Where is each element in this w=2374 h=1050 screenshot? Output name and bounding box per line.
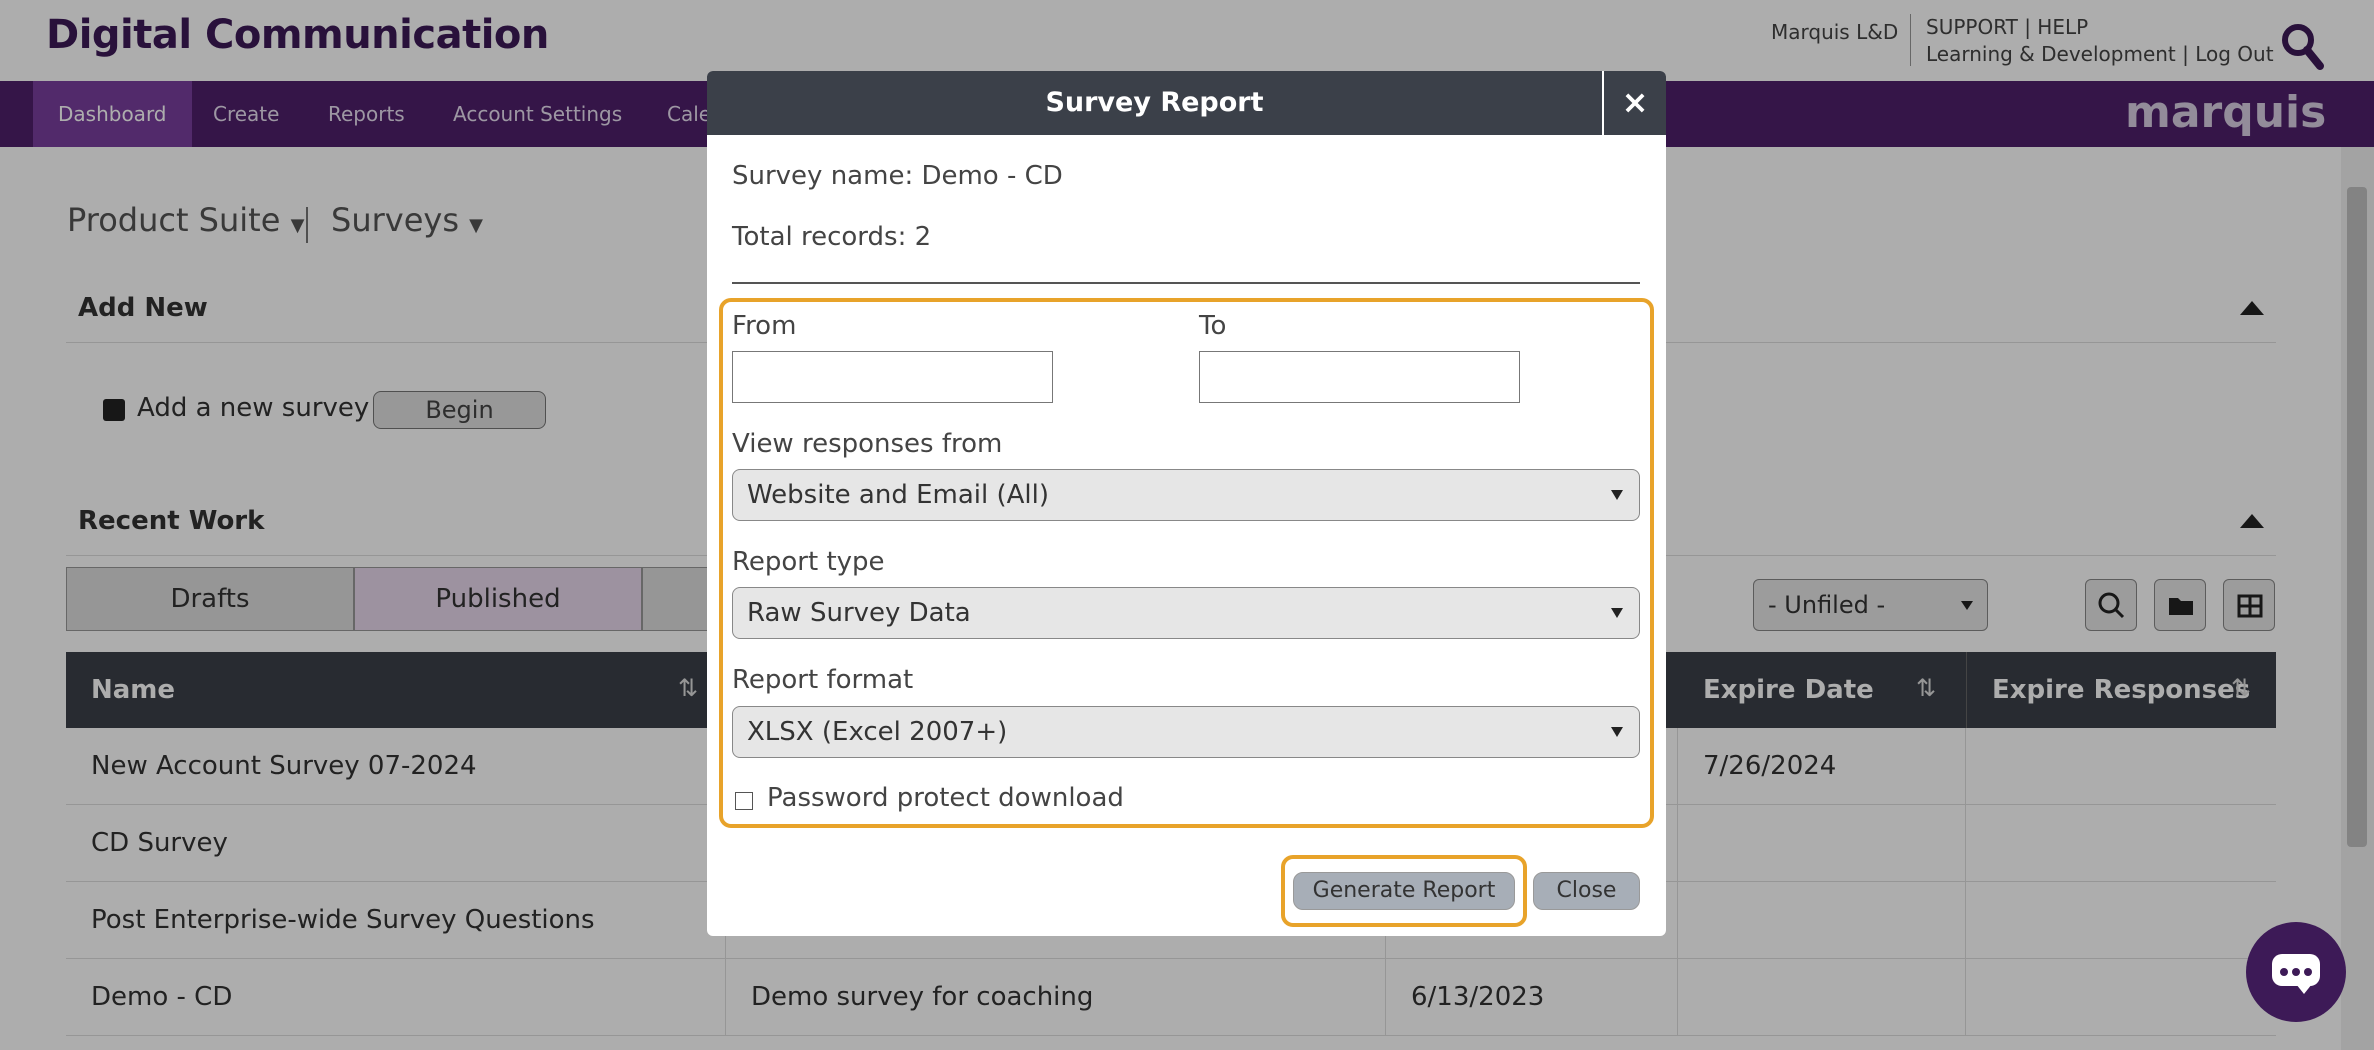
chat-dot (2292, 968, 2300, 976)
dialog-title: Survey Report (1045, 87, 1264, 118)
report-format-select[interactable]: XLSX (Excel 2007+) (732, 706, 1640, 758)
from-label: From (732, 311, 797, 341)
report-format-value: XLSX (Excel 2007+) (747, 717, 1008, 747)
chat-dot (2280, 968, 2288, 976)
report-type-label: Report type (732, 547, 885, 577)
close-button[interactable]: Close (1533, 872, 1640, 910)
chevron-down-icon (1611, 727, 1623, 737)
total-records-text: Total records: 2 (732, 222, 932, 252)
chat-button[interactable] (2246, 922, 2346, 1022)
survey-name-text: Survey name: Demo - CD (732, 161, 1063, 191)
report-format-label: Report format (732, 665, 914, 695)
to-label: To (1199, 311, 1227, 341)
chat-icon (2272, 954, 2320, 986)
password-protect-checkbox[interactable] (735, 792, 753, 810)
generate-report-button[interactable]: Generate Report (1293, 872, 1515, 910)
report-type-value: Raw Survey Data (747, 598, 971, 628)
divider (732, 282, 1640, 284)
view-responses-value: Website and Email (All) (747, 480, 1050, 510)
to-date-input[interactable] (1199, 351, 1520, 403)
chat-dot (2304, 968, 2312, 976)
chat-tail (2296, 984, 2312, 994)
view-responses-label: View responses from (732, 429, 1003, 459)
close-icon[interactable]: × (1604, 71, 1666, 135)
dialog-header: Survey Report × (707, 71, 1666, 135)
survey-report-dialog: Survey Report × Survey name: Demo - CD T… (707, 71, 1666, 936)
from-date-input[interactable] (732, 351, 1053, 403)
chevron-down-icon (1611, 490, 1623, 500)
chevron-down-icon (1611, 608, 1623, 618)
report-type-select[interactable]: Raw Survey Data (732, 587, 1640, 639)
view-responses-select[interactable]: Website and Email (All) (732, 469, 1640, 521)
password-protect-label: Password protect download (767, 783, 1124, 813)
